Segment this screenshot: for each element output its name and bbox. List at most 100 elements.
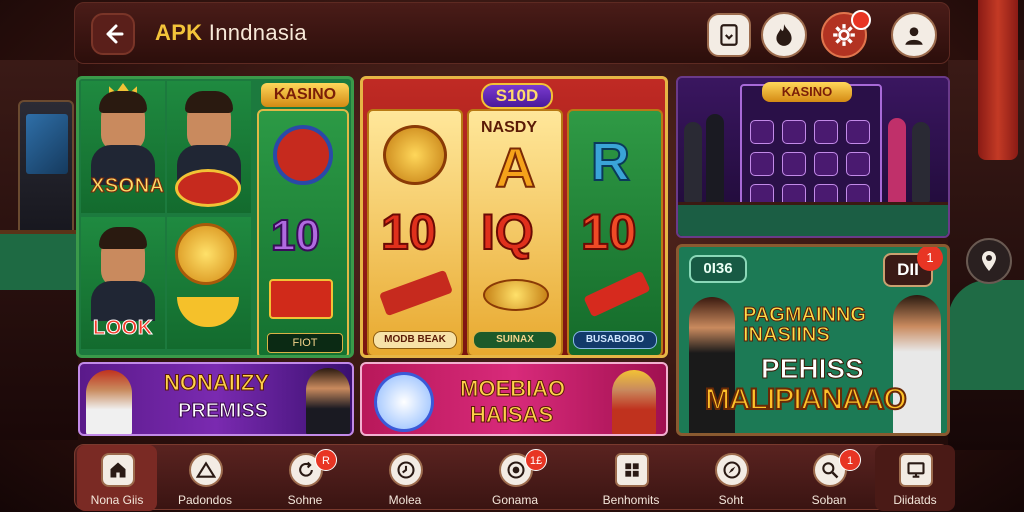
- back-button[interactable]: [91, 13, 135, 55]
- casino-table-image: [948, 280, 1024, 390]
- person-figure: [888, 118, 906, 204]
- casino-table-image: [0, 230, 78, 290]
- person-figure: [706, 114, 724, 204]
- person-figure: [684, 122, 702, 202]
- slot-value: 10: [380, 203, 438, 261]
- promo-badge: 1: [917, 247, 943, 271]
- casino-chip-icon: [507, 461, 525, 479]
- promo-line-1b: INASIINS: [743, 324, 831, 346]
- nav-item-gonama[interactable]: 1£ Gonama: [475, 445, 555, 511]
- character-figure: [612, 370, 656, 434]
- nav-item-benhomits[interactable]: Benhomits: [591, 445, 671, 511]
- banner-subtitle: HAISAS: [469, 402, 554, 428]
- slot-header: S10D: [481, 83, 553, 109]
- look-label: LOOK: [93, 317, 153, 340]
- nav-icon-wrap: [715, 453, 749, 487]
- background-slot-machines: [0, 60, 78, 440]
- slot-column: R 10 BUSABOBO: [567, 109, 663, 355]
- nav-label: Soht: [718, 493, 744, 507]
- nav-label: Diidatds: [893, 493, 937, 507]
- settings-button[interactable]: [821, 10, 871, 58]
- arrow-left-icon: [106, 24, 124, 44]
- game-card-slots[interactable]: S10D 10 MODB BEAK NASDY A IQ SUINAX R 10…: [360, 76, 668, 358]
- clock-icon: [397, 461, 415, 479]
- curtain-image: [978, 0, 1018, 160]
- refresh-icon: [299, 461, 313, 477]
- casino-table-image: [678, 202, 948, 236]
- nav-icon-wrap: [189, 453, 223, 487]
- treasure-symbol: [269, 279, 333, 319]
- slot-machine-image: [18, 100, 74, 250]
- top-bar: APK Inndnasia: [74, 2, 950, 64]
- slot-column: NASDY A IQ SUINAX: [467, 109, 563, 355]
- slot-symbol: [846, 120, 870, 144]
- promo-line-1a: PAGMAINNG: [743, 304, 867, 326]
- search-icon: [822, 462, 839, 479]
- nav-badge: 1: [839, 449, 861, 471]
- dice-icon: [374, 372, 434, 432]
- nav-item-soban[interactable]: 1 Soban: [789, 445, 869, 511]
- character-face: [99, 91, 147, 151]
- character-label: XSONA: [91, 175, 165, 198]
- app-title-region: Inndnasia: [208, 20, 307, 45]
- coin-symbol: [175, 223, 237, 285]
- location-pin-icon: [982, 251, 996, 271]
- wallet-button[interactable]: [707, 13, 751, 57]
- app-title: APK Inndnasia: [155, 20, 307, 46]
- symbol-tile: [167, 217, 251, 349]
- nav-icon-wrap: [899, 453, 933, 487]
- bottom-nav: Nona Giis Padondos R Sohne Molea 1£ Gona…: [74, 444, 955, 511]
- character-face: [99, 227, 147, 287]
- nav-label: Molea: [388, 493, 422, 507]
- banner-title: MOEBIAO: [459, 376, 566, 401]
- nav-item-padondos[interactable]: Padondos: [165, 445, 245, 511]
- notification-badge: [851, 10, 871, 30]
- woman-figure: [86, 370, 132, 434]
- nav-icon-wrap: [101, 453, 135, 487]
- promo-line-3: MALIPIANAAO: [704, 382, 908, 417]
- fruit-symbol: [175, 169, 241, 207]
- nav-item-molea[interactable]: Molea: [365, 445, 445, 511]
- slot-reel: 10 FIOT: [257, 109, 349, 355]
- kasino-tag: KASINO: [261, 83, 349, 107]
- slot-symbol: [750, 152, 774, 176]
- reel-number: 10: [270, 210, 321, 261]
- person-figure: [912, 122, 930, 202]
- slot-value: 10: [580, 203, 638, 261]
- side-location-button[interactable]: [966, 238, 1012, 284]
- banner-title: NONAIIZY: [163, 370, 270, 395]
- nav-label: Sohne: [287, 493, 323, 507]
- nav-icon-wrap: [389, 453, 423, 487]
- fire-icon: [776, 24, 792, 46]
- promo-code-pill: 0I36: [689, 255, 747, 283]
- home-icon: [110, 462, 126, 478]
- shield-symbol: [383, 125, 447, 185]
- nav-label: Gonama: [491, 493, 539, 507]
- game-card-promo[interactable]: 0I36 DII 1 PAGMAINNG INASIINS PEHISS MAL…: [676, 244, 950, 436]
- promo-banner-middle[interactable]: MOEBIAO HAISAS: [360, 362, 668, 436]
- nav-label: Benhomits: [602, 493, 660, 507]
- nav-item-soht[interactable]: Soht: [691, 445, 771, 511]
- game-card-live-kasino[interactable]: KASINO: [676, 76, 950, 238]
- slot-symbol: [814, 152, 838, 176]
- profile-button[interactable]: [891, 12, 937, 58]
- nav-item-home[interactable]: Nona Giis: [77, 445, 157, 511]
- character-tile: [167, 81, 251, 213]
- promo-line-1: PAGMAINNG INASIINS: [743, 304, 867, 346]
- nav-item-sohne[interactable]: R Sohne: [265, 445, 345, 511]
- compass-icon: [723, 461, 741, 479]
- slot-column: 10 MODB BEAK: [367, 109, 463, 355]
- nav-item-diidatds[interactable]: Diidatds: [875, 445, 955, 511]
- slot-symbol: [782, 152, 806, 176]
- promo-banner-left[interactable]: NONAIIZY PREMISS: [78, 362, 354, 436]
- slot-value: IQ: [480, 203, 535, 261]
- promo-line-2: PEHISS: [761, 353, 865, 385]
- game-card-kasino-faces[interactable]: XSONA LOOK KASINO 10 FIOT: [76, 76, 354, 358]
- slot-caption: SUINAX: [473, 331, 557, 349]
- nav-label: Padondos: [177, 493, 233, 507]
- letter-r-symbol: R: [590, 131, 631, 193]
- nav-label: Nona Giis: [90, 493, 144, 507]
- character-body: [91, 281, 155, 321]
- fire-button[interactable]: [761, 12, 807, 58]
- coin-symbol: [483, 279, 549, 311]
